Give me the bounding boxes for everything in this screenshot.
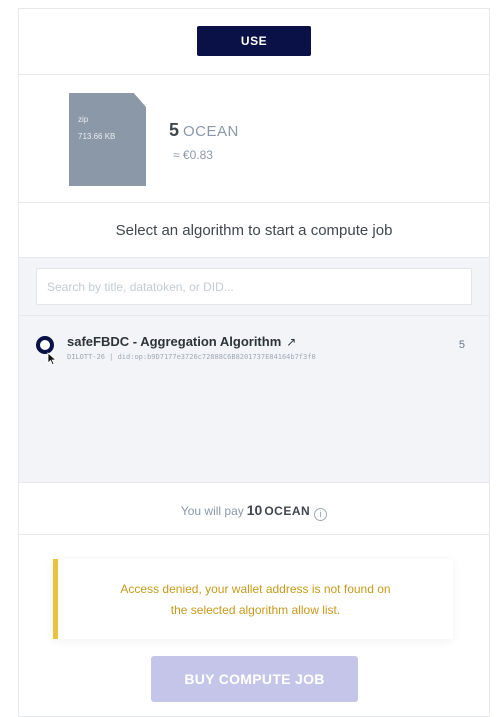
algorithm-title: safeFBDC - Aggregation Algorithm [67, 334, 282, 349]
asset-summary: zip 713.66 KB 5 OCEAN ≈ €0.83 [19, 75, 489, 203]
total-amount: 10 [246, 502, 263, 518]
info-icon[interactable]: i [314, 508, 328, 521]
file-size: 713.66 KB [78, 132, 116, 141]
price-symbol: OCEAN [183, 123, 239, 140]
alert-message: Access denied, your wallet address is no… [58, 579, 453, 621]
algorithm-title-link[interactable]: safeFBDC - Aggregation Algorithm ↗ [67, 334, 296, 349]
use-button[interactable]: USE [197, 26, 311, 56]
algorithm-list-item[interactable]: safeFBDC - Aggregation Algorithm ↗ DILOTT… [19, 325, 489, 375]
cursor-icon [47, 352, 57, 366]
algorithm-list-section: safeFBDC - Aggregation Algorithm ↗ DILOTT… [19, 258, 489, 483]
file-type: zip [78, 115, 89, 124]
algorithm-symbol: DILOTT-26 [67, 353, 105, 361]
meta-separator: | [109, 353, 114, 361]
total-price-section: You will pay 10 OCEAN i [19, 483, 489, 535]
compute-panel: USE zip 713.66 KB 5 OCEAN ≈ €0.83 Select … [18, 8, 490, 717]
alert-line-1: Access denied, your wallet address is no… [120, 582, 391, 596]
algorithm-prompt-section: Select an algorithm to start a compute j… [19, 203, 489, 258]
total-price: You will pay 10 OCEAN i [19, 502, 489, 521]
external-link-icon: ↗ [286, 335, 297, 349]
price-amount: 5 [169, 120, 180, 140]
algorithm-prompt: Select an algorithm to start a compute j… [115, 222, 393, 239]
purchase-section: Access denied, your wallet address is no… [19, 535, 489, 716]
total-symbol: OCEAN [264, 504, 311, 518]
file-icon: zip 713.66 KB [69, 93, 146, 186]
list-divider [19, 315, 489, 316]
algorithm-price: 5 [458, 339, 465, 351]
total-prefix: You will pay [180, 504, 244, 518]
use-section: USE [19, 9, 489, 75]
algorithm-did: did:op:b9D7177e3726c72888C6B8201737E8416… [117, 353, 316, 361]
algorithm-meta: DILOTT-26 | did:op:b9D7177e3726c72888C6B… [67, 353, 451, 361]
access-denied-alert: Access denied, your wallet address is no… [53, 559, 453, 639]
alert-line-2: the selected algorithm allow list. [170, 603, 341, 617]
dataset-price: 5 OCEAN [169, 120, 239, 141]
algorithm-search-input[interactable] [36, 268, 472, 305]
price-fiat: ≈ €0.83 [173, 148, 213, 162]
buy-compute-job-button[interactable]: BUY COMPUTE JOB [151, 656, 358, 702]
